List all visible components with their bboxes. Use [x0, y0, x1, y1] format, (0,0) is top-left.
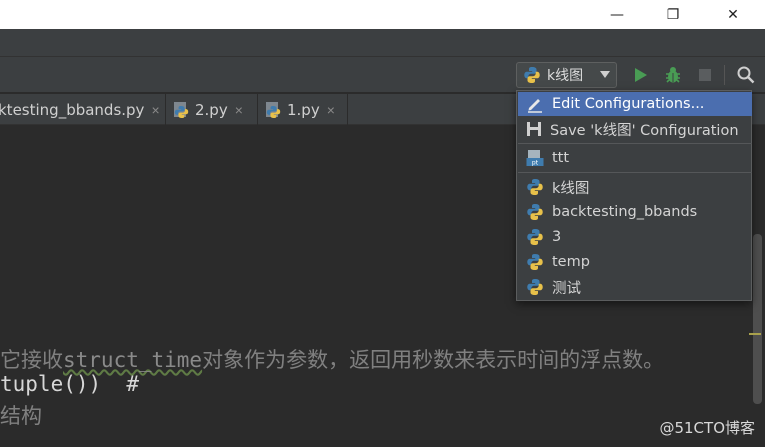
config-item-temp[interactable]: temp [518, 250, 752, 274]
config-label: temp [552, 254, 590, 270]
save-configuration-item[interactable]: Save 'k线图' Configuration [518, 117, 752, 141]
maximize-icon: ❐ [666, 6, 680, 23]
toolbar-separator [724, 65, 725, 85]
python-icon [527, 279, 543, 295]
search-everywhere-button[interactable] [736, 65, 756, 85]
config-item-ttt[interactable]: pt ttt [518, 146, 752, 170]
watermark: @51CTO博客 [659, 419, 755, 437]
run-configuration-selector[interactable]: k线图 [516, 62, 617, 88]
close-window-button[interactable]: ✕ [710, 0, 756, 29]
close-tab-icon[interactable]: × [327, 102, 335, 118]
close-tab-icon[interactable]: × [235, 102, 243, 118]
code-line-comment: 结构 [0, 404, 42, 428]
config-item-3[interactable]: 3 [518, 225, 752, 249]
window-title-bar: — ❐ ✕ [0, 0, 765, 29]
minimize-button[interactable]: — [594, 0, 640, 29]
code-line-comment: 它接收struct_time对象作为参数，返回用秒数来表示时间的浮点数。 [0, 344, 664, 374]
comment-text: 对象作为参数，返回用秒数来表示时间的浮点数。 [202, 348, 665, 372]
config-label: 3 [552, 229, 562, 245]
menu-strip [0, 29, 765, 57]
tab-1-py[interactable]: 1.py × [258, 94, 348, 125]
stop-button[interactable] [695, 65, 715, 85]
stop-icon [699, 69, 711, 81]
debug-icon [666, 67, 680, 83]
close-icon: ✕ [727, 6, 739, 23]
run-configuration-label: k线图 [547, 68, 584, 84]
config-item-test[interactable]: 测试 [518, 275, 752, 299]
debug-button[interactable] [663, 65, 683, 85]
config-item-k-line[interactable]: k线图 [518, 175, 752, 199]
run-button[interactable] [631, 65, 651, 85]
svg-text:pt: pt [532, 160, 539, 167]
comment-keyword: struct_time [63, 348, 203, 372]
code-line: tuple()) # [0, 372, 140, 396]
run-icon [635, 68, 647, 82]
save-icon [527, 122, 541, 136]
config-item-backtesting-bbands[interactable]: backtesting_bbands [518, 200, 752, 224]
maximize-button[interactable]: ❐ [650, 0, 696, 29]
menu-separator [518, 172, 752, 173]
python-icon [527, 254, 543, 270]
warning-marker[interactable] [749, 333, 761, 335]
config-label: 测试 [552, 280, 581, 297]
python-icon [527, 229, 543, 245]
save-configuration-label: Save 'k线图' Configuration [550, 122, 739, 139]
pytest-icon: pt [526, 150, 544, 167]
search-icon [737, 66, 755, 84]
navigation-toolbar: k线图 [0, 57, 765, 93]
tab-label: 2.py [195, 100, 228, 119]
run-configurations-dropdown: Edit Configurations... Save 'k线图' Config… [516, 90, 752, 301]
scrollbar-thumb[interactable] [753, 234, 762, 404]
python-icon [527, 204, 543, 220]
config-label: backtesting_bbands [552, 204, 698, 220]
python-icon [527, 179, 543, 195]
python-file-icon [266, 101, 281, 118]
chevron-down-icon [600, 71, 610, 78]
python-file-icon [174, 101, 189, 118]
config-label: k线图 [552, 180, 590, 197]
tab-label: 1.py [287, 100, 320, 119]
python-icon [524, 67, 540, 83]
pencil-icon [528, 99, 542, 113]
close-tab-icon[interactable]: × [151, 102, 159, 118]
tab-backtesting-bbands[interactable]: ktesting_bbands.py × [0, 94, 166, 125]
menu-separator [518, 143, 752, 144]
tab-label: ktesting_bbands.py [0, 100, 145, 119]
config-label: ttt [552, 150, 570, 166]
tab-2-py[interactable]: 2.py × [166, 94, 258, 125]
comment-text: 它接收 [0, 348, 63, 372]
edit-configurations-item[interactable]: Edit Configurations... [518, 92, 752, 116]
minimize-icon: — [610, 6, 624, 23]
edit-configurations-label: Edit Configurations... [552, 96, 705, 112]
